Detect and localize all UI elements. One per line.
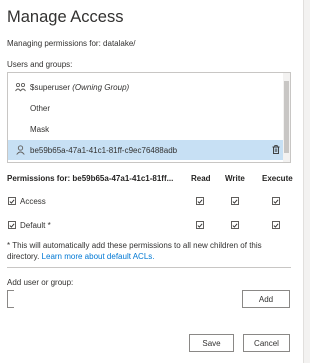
dialog-subtitle: Managing permissions for: datalake/ xyxy=(7,39,136,48)
list-item-name: $superuser xyxy=(30,82,71,92)
access-enable-checkbox[interactable] xyxy=(8,197,16,205)
add-user-label: Add user or group: xyxy=(7,278,74,287)
default-enable-checkbox[interactable] xyxy=(8,221,16,229)
user-icon xyxy=(12,145,28,155)
list-scrollbar-thumb[interactable] xyxy=(284,81,289,153)
list-item-superuser[interactable]: $superuser (Owning Group) xyxy=(8,77,284,97)
add-user-input[interactable] xyxy=(7,290,14,308)
default-acl-note: * This will automatically add these perm… xyxy=(7,240,287,262)
list-item-selected-user[interactable]: be59b65a-47a1-41c1-81ff-c9ec76488adb xyxy=(8,140,284,160)
trash-icon[interactable] xyxy=(272,145,280,156)
list-item-name: Other xyxy=(30,103,51,113)
column-execute: Execute xyxy=(262,174,293,183)
list-item-other[interactable]: Other xyxy=(8,98,284,118)
permissions-header: Permissions for: be59b65a-47a1-41c1-81ff… xyxy=(7,174,174,183)
access-label: Access xyxy=(20,197,46,206)
cancel-button[interactable]: Cancel xyxy=(243,334,290,352)
manage-access-panel: Manage Access Managing permissions for: … xyxy=(0,0,303,363)
panel-scrollbar[interactable] xyxy=(303,0,310,363)
save-button[interactable]: Save xyxy=(189,334,234,352)
access-read-checkbox[interactable] xyxy=(196,197,204,205)
list-scrollbar[interactable] xyxy=(283,73,290,162)
default-label: Default * xyxy=(20,221,51,230)
users-groups-label: Users and groups: xyxy=(7,60,73,69)
access-write-checkbox[interactable] xyxy=(231,197,239,205)
list-item-name: be59b65a-47a1-41c1-81ff-c9ec76488adb xyxy=(30,145,178,155)
column-write: Write xyxy=(225,174,245,183)
default-read-checkbox[interactable] xyxy=(196,221,204,229)
add-button[interactable]: Add xyxy=(242,290,290,308)
default-write-checkbox[interactable] xyxy=(231,221,239,229)
list-item-name: Mask xyxy=(30,124,50,134)
users-groups-list[interactable]: $superuser (Owning Group) Other Mask be5… xyxy=(7,72,291,163)
default-execute-checkbox[interactable] xyxy=(272,221,280,229)
group-icon xyxy=(12,82,28,92)
column-read: Read xyxy=(191,174,211,183)
list-item-mask[interactable]: Mask xyxy=(8,119,284,139)
access-execute-checkbox[interactable] xyxy=(272,197,280,205)
dialog-title: Manage Access xyxy=(7,8,124,26)
learn-more-link[interactable]: Learn more about default ACLs. xyxy=(42,252,155,261)
list-item-suffix: (Owning Group) xyxy=(72,82,130,92)
divider xyxy=(7,267,291,268)
